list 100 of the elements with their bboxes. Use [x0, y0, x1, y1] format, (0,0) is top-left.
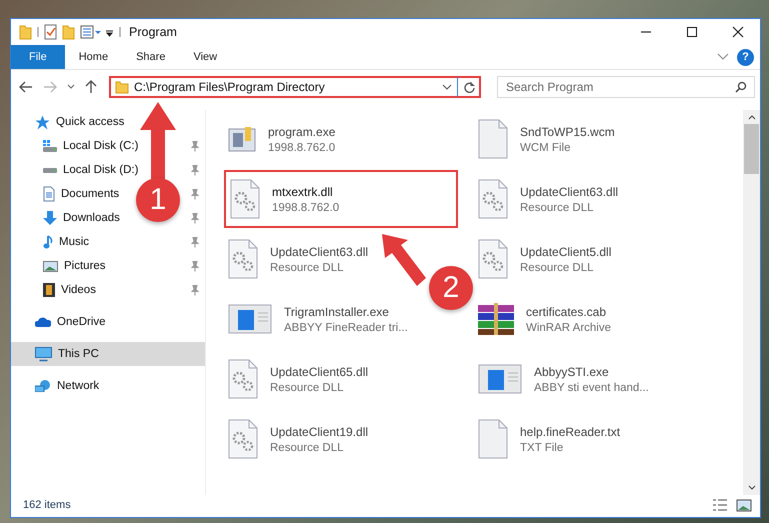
- large-icons-view-icon[interactable]: [736, 498, 752, 512]
- file-detail: TXT File: [520, 442, 564, 454]
- scroll-up-icon[interactable]: [748, 114, 756, 120]
- ribbon-tab[interactable]: Home: [64, 45, 122, 69]
- settings-file-icon: [478, 179, 508, 219]
- sidebar-item[interactable]: Downloads: [63, 212, 120, 224]
- file-item[interactable]: UpdateClient63.dll Resource DLL: [474, 170, 622, 228]
- sidebar-item[interactable]: This PC: [58, 348, 99, 360]
- pin-icon[interactable]: [191, 188, 199, 200]
- star-icon: [35, 114, 50, 130]
- help-button[interactable]: ?: [737, 48, 754, 66]
- network-icon: [35, 380, 51, 392]
- scrollbar-thumb[interactable]: [744, 124, 759, 174]
- file-detail: Resource DLL: [520, 202, 595, 214]
- sidebar-item[interactable]: Videos: [61, 284, 96, 296]
- close-icon[interactable]: [732, 26, 744, 38]
- file-item[interactable]: UpdateClient5.dll Resource DLL: [474, 230, 616, 288]
- file-name: mtxextrk.dll: [272, 184, 334, 198]
- pin-icon[interactable]: [191, 260, 199, 272]
- file-name: TrigramInstaller.exe: [284, 304, 390, 318]
- file-detail: Resource DLL: [520, 262, 595, 274]
- download-arrow-icon: [43, 211, 57, 225]
- ribbon-tab[interactable]: File: [11, 45, 65, 69]
- address-bar[interactable]: C:\Program Files\Program Directory: [109, 76, 481, 98]
- file-detail: ABBYY FineReader tri...: [284, 322, 408, 334]
- sidebar-item[interactable]: OneDrive: [57, 316, 106, 328]
- document-icon: [43, 186, 55, 202]
- file-item[interactable]: program.exe 1998.8.762.0: [224, 110, 340, 168]
- file-name: SndToWP15.wcm: [520, 124, 615, 138]
- file-name: AbbyySTI.exe: [534, 364, 610, 378]
- search-icon: [735, 81, 747, 93]
- file-name: program.exe: [268, 124, 336, 138]
- settings-file-icon: [230, 179, 260, 219]
- ribbon-tab[interactable]: Share: [122, 45, 180, 69]
- blank-file-icon: [478, 119, 508, 159]
- file-name: UpdateClient63.dll: [520, 184, 618, 198]
- file-name: UpdateClient19.dll: [270, 424, 368, 438]
- file-item[interactable]: UpdateClient19.dll Resource DLL: [224, 410, 372, 468]
- ribbon-tab[interactable]: View: [179, 45, 232, 69]
- maximize-icon[interactable]: [686, 26, 698, 38]
- settings-file-icon: [228, 359, 258, 399]
- pin-icon[interactable]: [191, 164, 199, 176]
- file-item[interactable]: TrigramInstaller.exe ABBYY FineReader tri...: [224, 290, 412, 348]
- back-arrow-icon[interactable]: [19, 81, 33, 93]
- details-view-icon[interactable]: [712, 498, 728, 512]
- refresh-icon[interactable]: [463, 81, 475, 93]
- pin-icon[interactable]: [191, 236, 199, 248]
- pin-icon[interactable]: [191, 140, 199, 152]
- scrollbar[interactable]: [743, 110, 760, 495]
- file-detail: Resource DLL: [270, 442, 345, 454]
- file-name: certificates.cab: [526, 304, 608, 318]
- file-item[interactable]: mtxextrk.dll 1998.8.762.0: [224, 170, 458, 228]
- pin-icon[interactable]: [191, 284, 199, 296]
- sidebar-item[interactable]: Documents: [61, 188, 120, 200]
- film-strip-icon: [43, 283, 55, 297]
- file-name: UpdateClient5.dll: [520, 244, 612, 258]
- file-item[interactable]: help.fineReader.txt TXT File: [474, 410, 624, 468]
- file-detail: Resource DLL: [270, 262, 345, 274]
- chevron-down-icon[interactable]: [717, 53, 729, 61]
- sidebar-item[interactable]: Local Disk (C:): [63, 140, 138, 152]
- item-count: 162 items: [23, 499, 71, 511]
- blank-file-icon: [478, 419, 508, 459]
- folder-icon: [115, 80, 129, 94]
- file-item[interactable]: SndToWP15.wcm WCM File: [474, 110, 619, 168]
- file-detail: 1998.8.762.0: [272, 202, 340, 214]
- quick-access-toolbar-icon[interactable]: [19, 24, 123, 40]
- sidebar-item[interactable]: Network: [57, 380, 100, 392]
- file-item[interactable]: certificates.cab WinRAR Archive: [474, 290, 615, 348]
- file-item[interactable]: AbbyySTI.exe ABBY sti event hand...: [474, 350, 653, 408]
- sidebar-item[interactable]: Pictures: [64, 260, 106, 272]
- file-detail: 1998.8.762.0: [268, 142, 336, 154]
- music-note-icon: [43, 235, 53, 249]
- program-icon: [228, 126, 256, 152]
- settings-file-icon: [478, 239, 508, 279]
- settings-file-icon: [228, 239, 258, 279]
- recent-dropdown-icon[interactable]: [67, 84, 75, 90]
- file-detail: Resource DLL: [270, 382, 345, 394]
- application-window-icon: [478, 364, 522, 394]
- archive-books-icon: [478, 303, 514, 335]
- chevron-down-icon[interactable]: [442, 84, 452, 90]
- file-name: help.fineReader.txt: [520, 424, 620, 438]
- file-item[interactable]: UpdateClient65.dll Resource DLL: [224, 350, 372, 408]
- file-detail: WinRAR Archive: [526, 322, 611, 334]
- sidebar-item[interactable]: Local Disk (D:): [63, 164, 138, 176]
- settings-file-icon: [228, 419, 258, 459]
- sidebar-item[interactable]: Music: [59, 236, 90, 248]
- sidebar-item[interactable]: Quick access: [56, 116, 124, 128]
- search-field[interactable]: Search Program: [497, 76, 755, 98]
- file-name: UpdateClient63.dll: [270, 244, 368, 258]
- monitor-icon: [35, 346, 52, 362]
- drive-icon: [43, 140, 57, 152]
- application-window-icon: [228, 304, 272, 334]
- scroll-down-icon[interactable]: [748, 485, 756, 491]
- cloud-icon: [35, 317, 51, 327]
- file-detail: WCM File: [520, 142, 572, 154]
- annotation-arrow: [382, 234, 426, 286]
- file-name: UpdateClient65.dll: [270, 364, 368, 378]
- pin-icon[interactable]: [191, 212, 199, 224]
- file-item[interactable]: UpdateClient63.dll Resource DLL: [224, 230, 372, 288]
- up-arrow-icon[interactable]: [85, 80, 97, 94]
